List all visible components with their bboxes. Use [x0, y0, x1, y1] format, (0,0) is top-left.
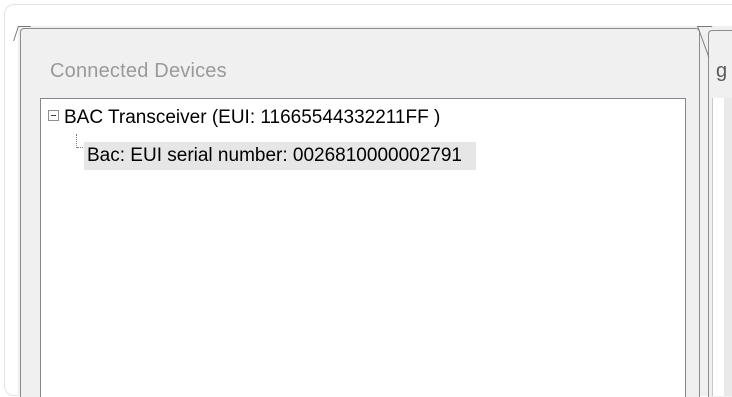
- tree-node-child-label: Bac: EUI serial number: 0026810000002791: [87, 145, 462, 166]
- tree-connector-vertical: [76, 134, 78, 148]
- right-group-title: g: [716, 60, 728, 82]
- tree-node-root-label: BAC Transceiver (EUI: 11665544332211FF ): [64, 107, 441, 128]
- right-list-column: [724, 98, 732, 396]
- tree-connector-horizontal: [77, 147, 83, 149]
- tree-node-child[interactable]: Bac: EUI serial number: 0026810000002791: [84, 142, 476, 170]
- tree-node-root[interactable]: BAC Transceiver (EUI: 11665544332211FF ): [48, 106, 440, 130]
- connected-devices-title: Connected Devices: [50, 60, 227, 82]
- collapse-toggle-icon[interactable]: [48, 110, 59, 122]
